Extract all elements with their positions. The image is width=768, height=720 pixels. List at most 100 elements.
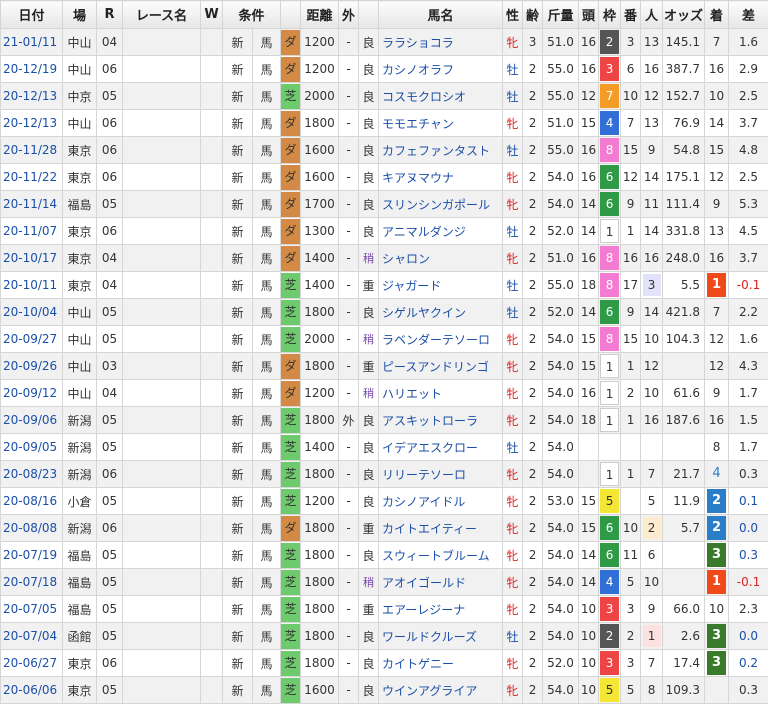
table-row[interactable]: 20-10/04 中山 05 新馬芝 1800- 良シゲルヤクイン牡 2 52.0 14 6 9 14… [0, 298, 768, 326]
horse-name-cell[interactable]: ワールドクルーズ [378, 622, 504, 650]
horse-name-cell[interactable]: ジャガード [378, 271, 504, 299]
table-row[interactable]: 21-01/11 中山 04 新馬ダ 1200- 良ララショコラ牝 3 51.0 16 2 3 13 1… [0, 28, 768, 56]
horse-name-cell[interactable]: シゲルヤクイン [378, 298, 504, 326]
table-row[interactable]: 20-08/08 新潟 06 新馬ダ 1800- 重カイトエイティー牝 2 54.0 15 6 10… [0, 514, 768, 542]
table-row[interactable]: 20-07/04 函館 05 新馬芝 1800- 良ワールドクルーズ牡 2 54.0 10 2 2 1… [0, 622, 768, 650]
race-name-cell[interactable] [122, 271, 201, 299]
date-cell[interactable]: 20-11/28 [0, 136, 63, 164]
race-name-cell[interactable] [122, 55, 201, 83]
date-cell[interactable]: 20-08/16 [0, 487, 63, 515]
race-name-cell[interactable] [122, 649, 201, 677]
horse-name-cell[interactable]: ララショコラ [378, 28, 504, 56]
horse-name-cell[interactable]: エアーレジーナ [378, 595, 504, 623]
date-cell[interactable]: 20-12/19 [0, 55, 63, 83]
date-cell[interactable]: 20-10/11 [0, 271, 63, 299]
race-name-cell[interactable] [122, 568, 201, 596]
horse-name-cell[interactable]: アスキットローラ [378, 406, 504, 434]
race-name-cell[interactable] [122, 244, 201, 272]
race-name-cell[interactable] [122, 487, 201, 515]
race-name-cell[interactable] [122, 514, 201, 542]
header-dist[interactable]: 距離 [300, 0, 340, 29]
table-row[interactable]: 20-07/05 福島 05 新馬芝 1800- 重エアーレジーナ牝 2 54.0 10 3 3 9 6… [0, 595, 768, 623]
date-cell[interactable]: 20-08/23 [0, 460, 63, 488]
header-odds[interactable]: オッズ [662, 0, 706, 29]
horse-name-cell[interactable]: ピースアンドリンゴ [378, 352, 504, 380]
horse-name-cell[interactable]: アニマルダンジ [378, 217, 504, 245]
header-weight[interactable]: 斤量 [542, 0, 580, 29]
table-row[interactable]: 20-11/22 東京 06 新馬ダ 1600- 良キアヌマウナ牝 2 54.0 16 6 12 14… [0, 163, 768, 191]
table-row[interactable]: 20-07/19 福島 05 新馬芝 1800- 良スウィートブルーム牝 2 54.0 14 6 1… [0, 541, 768, 569]
date-cell[interactable]: 20-09/12 [0, 379, 63, 407]
header-date[interactable]: 日付 [0, 0, 63, 29]
race-name-cell[interactable] [122, 109, 201, 137]
header-race[interactable]: レース名 [122, 0, 201, 29]
date-cell[interactable]: 20-07/18 [0, 568, 63, 596]
table-row[interactable]: 20-09/26 中山 03 新馬ダ 1800- 重ピースアンドリンゴ牝 2 54.0 15 1 1… [0, 352, 768, 380]
date-cell[interactable]: 20-08/08 [0, 514, 63, 542]
race-name-cell[interactable] [122, 352, 201, 380]
table-row[interactable]: 20-09/27 中山 05 新馬芝 2000- 稍ラベンダーテソーロ牝 2 54.0 15 8 1… [0, 325, 768, 353]
date-cell[interactable]: 21-01/11 [0, 28, 63, 56]
table-row[interactable]: 20-10/17 東京 04 新馬ダ 1400- 稍シャロン牝 2 51.0 16 8 16 16 24… [0, 244, 768, 272]
horse-name-cell[interactable]: アオイゴールド [378, 568, 504, 596]
table-row[interactable]: 20-08/23 新潟 06 新馬芝 1800- 良リリーテソーロ牝 2 54.0 1 1 7 21.… [0, 460, 768, 488]
race-name-cell[interactable] [122, 460, 201, 488]
table-row[interactable]: 20-09/05 新潟 05 新馬芝 1400- 良イデアエスクロー牡 2 54.0 8 1.7 [0, 433, 768, 461]
race-name-cell[interactable] [122, 217, 201, 245]
table-row[interactable]: 20-11/07 東京 06 新馬ダ 1300- 良アニマルダンジ牡 2 52.0 14 1 1 14… [0, 217, 768, 245]
horse-name-cell[interactable]: カシノオラフ [378, 55, 504, 83]
header-inout[interactable]: 外 [338, 0, 360, 29]
horse-name-cell[interactable]: キアヌマウナ [378, 163, 504, 191]
header-cond[interactable]: 条件 [221, 0, 282, 29]
horse-name-cell[interactable]: イデアエスクロー [378, 433, 504, 461]
horse-name-cell[interactable]: コスモクロシオ [378, 82, 504, 110]
header-age[interactable]: 齢 [522, 0, 544, 29]
date-cell[interactable]: 20-12/13 [0, 109, 63, 137]
table-row[interactable]: 20-10/11 東京 04 新馬芝 1400- 重ジャガード牡 2 55.0 18 8 17 3 5.… [0, 271, 768, 299]
horse-name-cell[interactable]: モモエチャン [378, 109, 504, 137]
header-waku[interactable]: 枠 [598, 0, 622, 29]
header-sex[interactable]: 性 [502, 0, 524, 29]
race-name-cell[interactable] [122, 433, 201, 461]
header-finish[interactable]: 着 [704, 0, 730, 29]
table-row[interactable]: 20-12/19 中山 06 新馬ダ 1200- 良カシノオラフ牡 2 55.0 16 3 6 16 3… [0, 55, 768, 83]
table-row[interactable]: 20-09/12 中山 04 新馬ダ 1200- 稍ハリエット牝 2 54.0 16 1 2 10 61… [0, 379, 768, 407]
horse-name-cell[interactable]: リリーテソーロ [378, 460, 504, 488]
race-name-cell[interactable] [122, 298, 201, 326]
header-pop[interactable]: 人 [640, 0, 664, 29]
horse-name-cell[interactable]: ウインアグライア [378, 676, 504, 704]
header-place[interactable]: 場 [62, 0, 97, 29]
race-name-cell[interactable] [122, 622, 201, 650]
race-name-cell[interactable] [122, 325, 201, 353]
date-cell[interactable]: 20-10/04 [0, 298, 63, 326]
horse-name-cell[interactable]: ハリエット [378, 379, 504, 407]
date-cell[interactable]: 20-07/04 [0, 622, 63, 650]
header-diff[interactable]: 差 [728, 0, 768, 29]
table-row[interactable]: 20-06/06 東京 05 新馬芝 1600- 良ウインアグライア牝 2 54.0 10 5 5 8… [0, 676, 768, 704]
race-name-cell[interactable] [122, 379, 201, 407]
table-row[interactable]: 20-07/18 福島 05 新馬芝 1800- 稍アオイゴールド牝 2 54.0 14 4 5 10… [0, 568, 768, 596]
date-cell[interactable]: 20-09/26 [0, 352, 63, 380]
table-row[interactable]: 20-08/16 小倉 05 新馬芝 1200- 良カシノアイドル牝 2 53.0 15 5 5 11… [0, 487, 768, 515]
race-name-cell[interactable] [122, 136, 201, 164]
race-name-cell[interactable] [122, 82, 201, 110]
table-row[interactable]: 20-09/06 新潟 05 新馬芝 1800 外良アスキットローラ牝 2 54.0 18 1 1 1… [0, 406, 768, 434]
date-cell[interactable]: 20-09/05 [0, 433, 63, 461]
race-name-cell[interactable] [122, 541, 201, 569]
date-cell[interactable]: 20-10/17 [0, 244, 63, 272]
date-cell[interactable]: 20-07/05 [0, 595, 63, 623]
date-cell[interactable]: 20-12/13 [0, 82, 63, 110]
header-track[interactable] [358, 0, 380, 29]
race-name-cell[interactable] [122, 28, 201, 56]
header-w[interactable]: W [200, 0, 223, 29]
horse-name-cell[interactable]: カイトエイティー [378, 514, 504, 542]
table-row[interactable]: 20-12/13 中京 05 新馬芝 2000- 良コスモクロシオ牡 2 55.0 12 7 10 1… [0, 82, 768, 110]
horse-name-cell[interactable]: カフェファンタスト [378, 136, 504, 164]
horse-name-cell[interactable]: ラベンダーテソーロ [378, 325, 504, 353]
table-row[interactable]: 20-11/28 東京 06 新馬ダ 1600- 良カフェファンタスト牡 2 55.0 16 8 1… [0, 136, 768, 164]
header-surf[interactable] [280, 0, 302, 29]
date-cell[interactable]: 20-07/19 [0, 541, 63, 569]
horse-name-cell[interactable]: カイトゲニー [378, 649, 504, 677]
race-name-cell[interactable] [122, 676, 201, 704]
date-cell[interactable]: 20-09/06 [0, 406, 63, 434]
